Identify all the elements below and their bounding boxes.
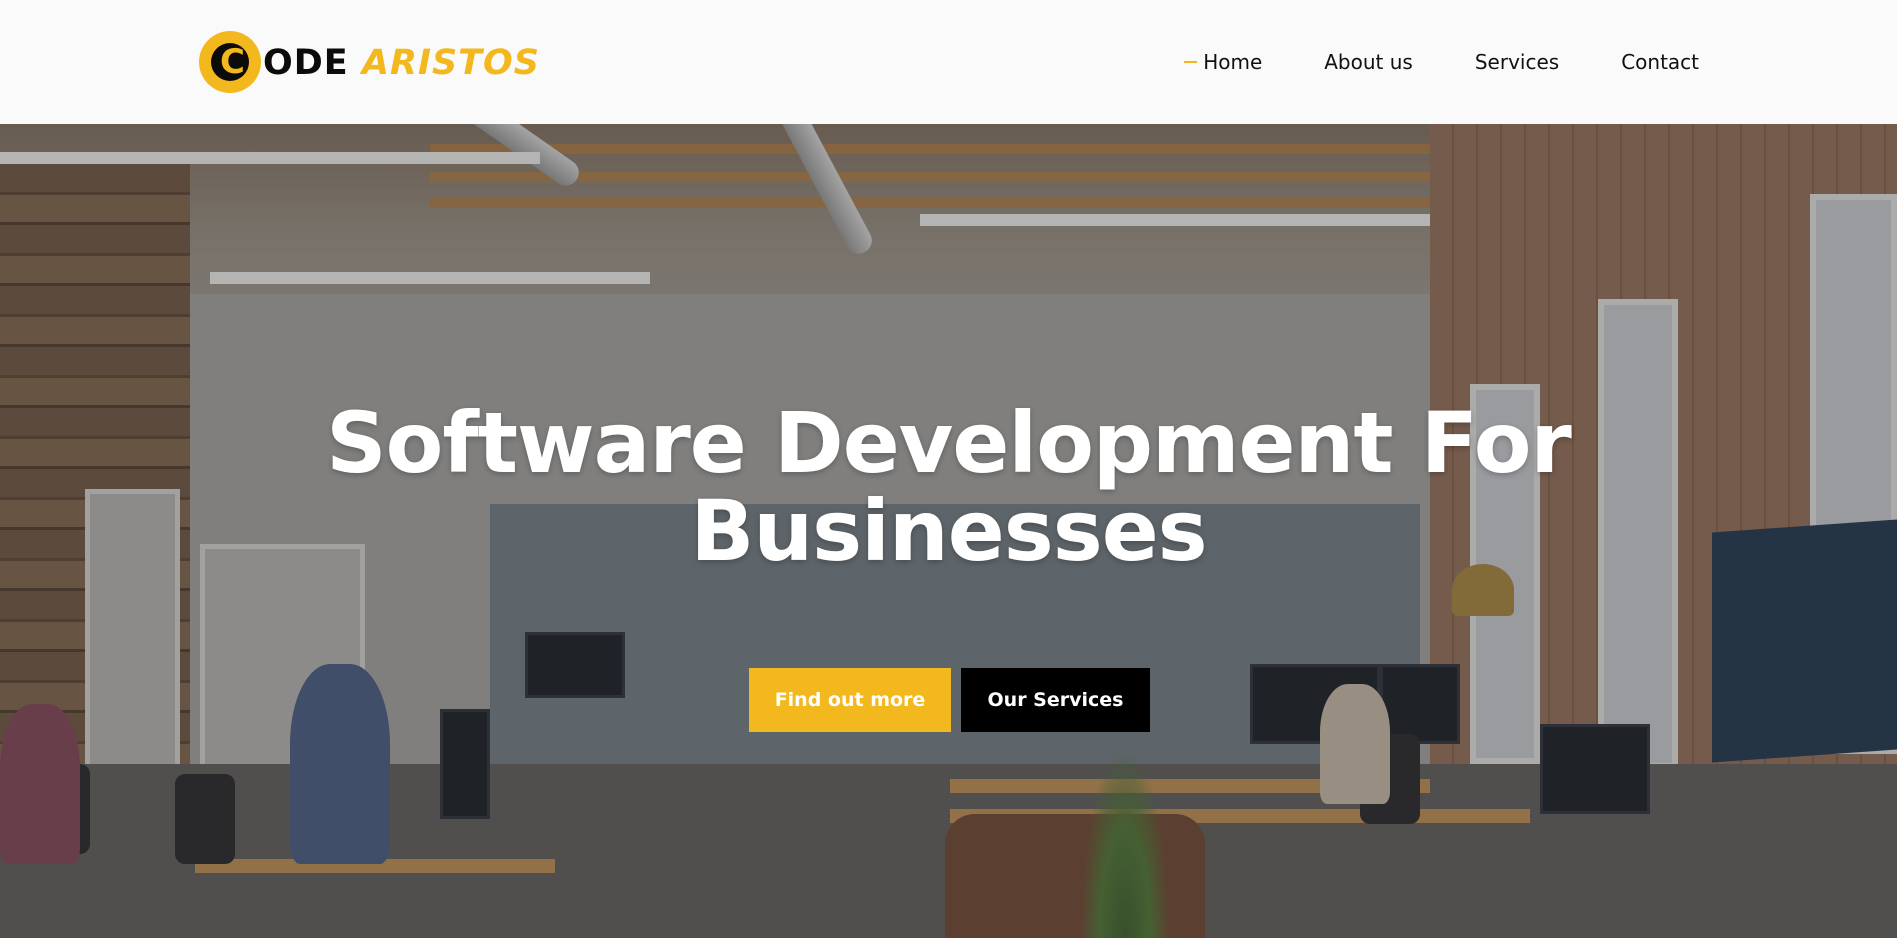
nav-item-home[interactable]: Home [1184,48,1262,76]
nav-item-about-us[interactable]: About us [1324,48,1413,76]
logo-wordmark: ODE ARISTOS [263,41,540,85]
logo-text-dark: ODE [263,43,349,83]
our-services-button[interactable]: Our Services [961,668,1150,732]
nav-item-services[interactable]: Services [1475,48,1559,76]
site-header: C ODE ARISTOS Home About us Services Con… [0,0,1897,124]
hero-section: Software Development For Businesses Find… [0,124,1897,938]
find-out-more-button[interactable]: Find out more [749,668,951,732]
logo-text-gold: ARISTOS [361,43,541,83]
logo-letter-c: C [220,42,245,82]
hero-title: Software Development For Businesses [0,399,1897,575]
code-aristos-logo[interactable]: C ODE ARISTOS [199,31,539,95]
hero-title-line-1: Software Development For [326,394,1572,492]
nav-item-contact[interactable]: Contact [1621,48,1699,76]
main-nav: Home About us Services Contact [1141,48,1699,76]
hero-title-line-2: Businesses [690,482,1207,580]
